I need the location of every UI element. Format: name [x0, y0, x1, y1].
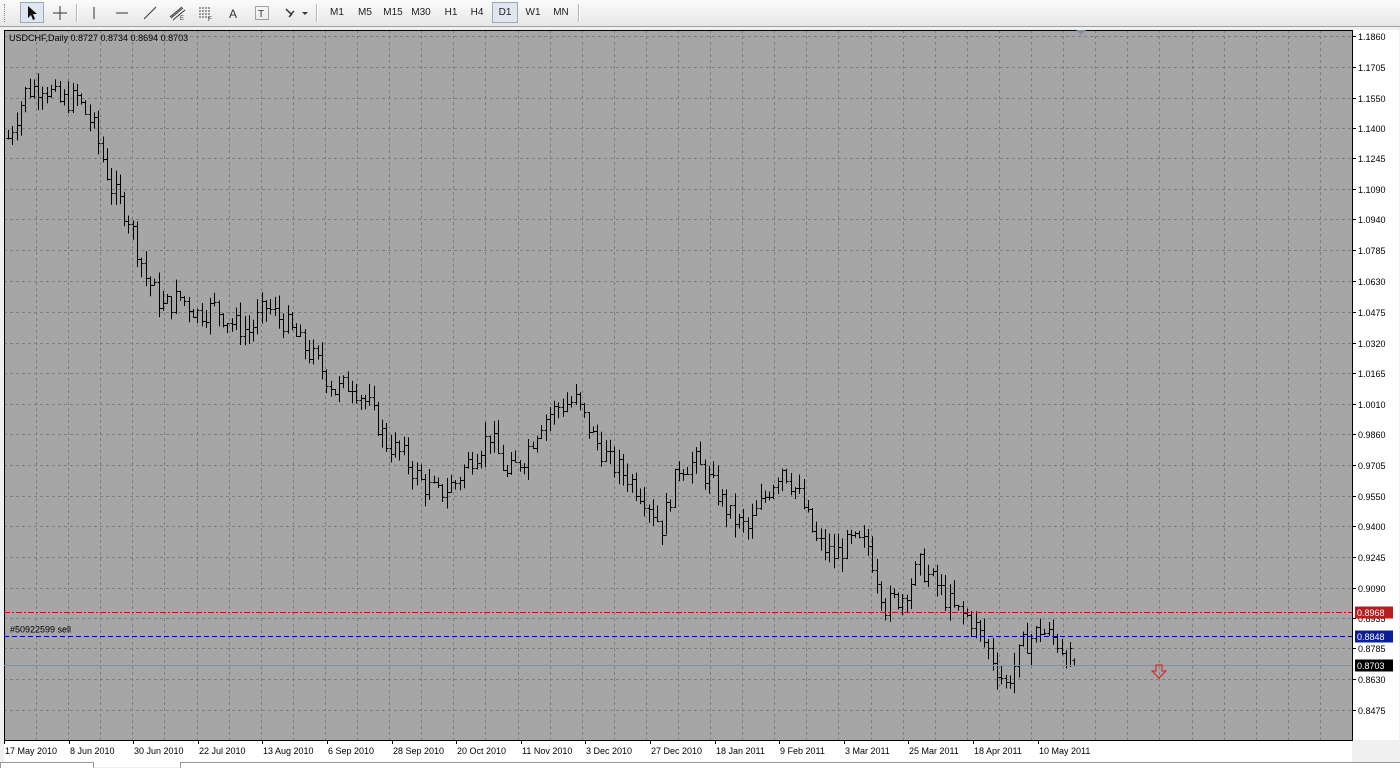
price-tick-label: 1.0165 [1358, 369, 1386, 379]
price-tick-label: 0.9245 [1358, 553, 1386, 563]
timeframe-m1-button[interactable]: M1 [324, 2, 350, 23]
timeframe-w1-button[interactable]: W1 [520, 2, 546, 23]
price-tick-label: 1.1860 [1358, 32, 1386, 42]
price-tick-label: 1.1245 [1358, 154, 1386, 164]
arrows-tool-button[interactable] [280, 2, 312, 23]
timeframe-m15-button[interactable]: M15 [380, 2, 406, 23]
chart-header-label: USDCHF,Daily 0.8727 0.8734 0.8694 0.8703 [9, 33, 188, 43]
time-tick-label: 3 Dec 2010 [586, 746, 632, 756]
toolbar-separator [316, 4, 318, 22]
price-tick-label: 1.1090 [1358, 185, 1386, 195]
time-tick-label: 18 Jan 2011 [716, 746, 765, 756]
price-tick-label: 0.8630 [1358, 675, 1386, 685]
svg-text:E: E [180, 16, 184, 21]
price-tick-label: 0.8475 [1358, 706, 1386, 716]
cursor-icon [28, 5, 37, 20]
cursor-tool-button[interactable] [20, 2, 44, 23]
price-tick-label: 1.1400 [1358, 124, 1386, 134]
usdchf-daily-chart[interactable]: 1.1860 1.1705 1.1550 1.1400 1.1245 1.1090 1.09… [0, 27, 1400, 767]
toolbar-separator [76, 4, 78, 22]
time-tick-label: 18 Apr 2011 [974, 746, 1022, 756]
svg-text:T: T [258, 9, 264, 20]
timeframe-m30-button[interactable]: M30 [408, 2, 434, 23]
price-tick-label: 1.0785 [1358, 246, 1386, 256]
time-tick-label: 6 Sep 2010 [328, 746, 374, 756]
vertical-line-tool-button[interactable] [82, 2, 106, 23]
price-tick-label: 0.9400 [1358, 522, 1386, 532]
timeframe-d1-button[interactable]: D1 [492, 2, 518, 23]
vertical-line-icon [93, 6, 95, 19]
crosshair-tool-button[interactable] [48, 2, 72, 23]
horizontal-line-icon [116, 12, 128, 13]
time-tick-label: 9 Feb 2011 [780, 746, 825, 756]
channel-icon: E [169, 6, 186, 21]
time-tick-label: 3 Mar 2011 [845, 746, 890, 756]
time-tick-label: 30 Jun 2010 [134, 746, 184, 756]
chart-window[interactable]: 1.1860 1.1705 1.1550 1.1400 1.1245 1.1090 1.09… [0, 27, 1400, 767]
horizontal-line-tool-button[interactable] [110, 2, 134, 23]
order-price-tag-label: 0.8848 [1357, 632, 1385, 642]
time-tick-label: 28 Sep 2010 [393, 746, 444, 756]
price-tick-label: 1.0010 [1358, 400, 1386, 410]
price-tick-label: 0.9090 [1358, 584, 1386, 594]
text-label-icon: T [255, 5, 269, 20]
time-tick-label: 27 Dec 2010 [651, 746, 702, 756]
time-tick-label: 13 Aug 2010 [263, 746, 314, 756]
text-label-tool-button[interactable]: T [250, 2, 274, 23]
price-tick-label: 1.0940 [1358, 215, 1386, 225]
equidistant-channel-tool-button[interactable]: E [166, 2, 190, 23]
time-tick-label: 17 May 2010 [5, 746, 57, 756]
price-tick-label: 0.9860 [1358, 430, 1386, 440]
chart-toolbar: E F A T M1 M5 M15 M30 H1 H4 D1 W1 MN [0, 0, 1400, 27]
order-ticket-label: #50922599 sell [10, 625, 71, 635]
toolbar-separator [578, 4, 580, 22]
fibonacci-tool-button[interactable]: F [194, 2, 218, 23]
trendline-tool-button[interactable] [138, 2, 162, 23]
trendline-icon [143, 6, 157, 19]
timeframe-h4-button[interactable]: H4 [464, 2, 490, 23]
svg-text:F: F [208, 17, 212, 21]
timeframe-h1-button[interactable]: H1 [438, 2, 464, 23]
bid-price-tag-label: 0.8703 [1357, 661, 1385, 671]
stop-price-tag-label: 0.8968 [1357, 608, 1385, 618]
timeframe-mn-button[interactable]: MN [548, 2, 574, 23]
text-tool-button[interactable]: A [222, 2, 246, 23]
text-a-icon: A [229, 7, 237, 21]
chart-tab-right[interactable] [180, 762, 1400, 768]
timeframe-m5-button[interactable]: M5 [352, 2, 378, 23]
time-tick-label: 25 Mar 2011 [909, 746, 959, 756]
chart-tab-left[interactable] [0, 762, 94, 768]
arrows-dropdown-icon [285, 7, 308, 18]
fibonacci-icon: F [199, 7, 212, 21]
toolbar-grip[interactable] [4, 4, 8, 22]
time-tick-label: 8 Jun 2010 [70, 746, 115, 756]
time-tick-label: 11 Nov 2010 [522, 746, 572, 756]
time-tick-label: 22 Jul 2010 [199, 746, 246, 756]
price-tick-label: 1.1705 [1358, 63, 1386, 73]
price-tick-label: 1.0475 [1358, 308, 1386, 318]
price-tick-label: 0.9550 [1358, 492, 1386, 502]
price-tick-label: 1.0320 [1358, 339, 1386, 349]
price-tick-label: 1.0630 [1358, 277, 1386, 287]
crosshair-icon [53, 5, 67, 20]
price-tick-label: 0.8785 [1358, 644, 1386, 654]
price-tick-label: 0.9705 [1358, 461, 1386, 471]
time-tick-label: 10 May 2011 [1039, 746, 1090, 756]
price-tick-label: 1.1550 [1358, 94, 1386, 104]
svg-text:A: A [229, 7, 237, 21]
time-tick-label: 20 Oct 2010 [457, 746, 506, 756]
